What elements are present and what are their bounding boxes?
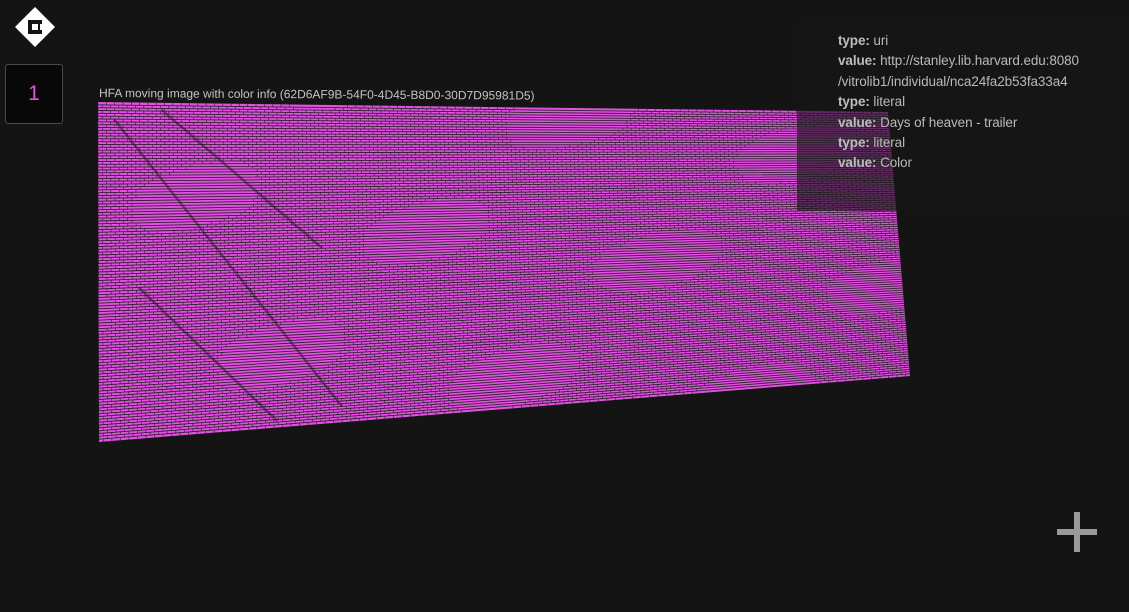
info-value: /vitrolib1/individual/nca24fa2b53fa33a4 [838, 73, 1068, 89]
info-key: value: [838, 53, 877, 69]
info-row: value: http://stanley.lib.harvard.edu:80… [838, 51, 1079, 71]
info-value: literal [873, 94, 905, 110]
info-key: value: [838, 155, 877, 171]
info-list: type: uri value: http://stanley.lib.harva… [838, 31, 1079, 174]
info-row: /vitrolib1/individual/nca24fa2b53fa33a4 [838, 72, 1079, 92]
info-key: type: [838, 135, 870, 151]
info-row: type: uri [838, 31, 1079, 51]
moving-image-object[interactable] [98, 102, 910, 442]
info-value: uri [873, 33, 889, 48]
info-value: literal [873, 135, 905, 151]
add-button[interactable] [1053, 508, 1101, 556]
info-row: type: literal [838, 92, 1079, 112]
info-row: type: literal [838, 133, 1079, 153]
info-panel: type: uri value: http://stanley.lib.harva… [797, 22, 1129, 211]
info-value: Days of heaven - trailer [880, 114, 1018, 130]
page-counter-value: 1 [28, 82, 40, 105]
info-value: Color [880, 155, 912, 171]
info-value: http://stanley.lib.harvard.edu:8080 [880, 53, 1079, 69]
viewport[interactable]: HFA moving image with color info (62D6AF… [0, 0, 1129, 612]
page-counter-button[interactable]: 1 [5, 64, 63, 124]
info-row: value: Days of heaven - trailer [838, 113, 1079, 133]
image-title: HFA moving image with color info (62D6AF… [99, 86, 535, 103]
plus-icon [1057, 512, 1097, 552]
info-key: value: [838, 114, 877, 130]
logo-icon [15, 7, 55, 47]
info-key: type: [838, 94, 870, 110]
logo-button[interactable] [14, 6, 56, 48]
info-row: value: Color [838, 153, 1079, 173]
info-key: type: [838, 33, 870, 48]
